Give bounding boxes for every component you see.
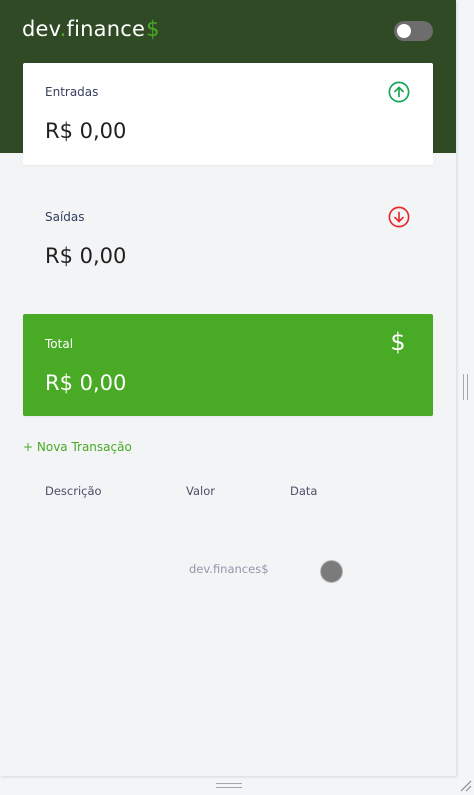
income-label: Entradas (45, 85, 99, 99)
logo-dot: . (59, 17, 67, 41)
expense-label: Saídas (45, 210, 85, 224)
column-header-value: Valor (186, 484, 215, 498)
logo-text-finance: finance (66, 17, 146, 41)
column-header-date: Data (290, 484, 318, 498)
theme-toggle[interactable] (394, 21, 433, 41)
expense-card: Saídas R$ 0,00 (23, 188, 433, 290)
new-transaction-button[interactable]: + Nova Transação (23, 440, 132, 454)
expense-value: R$ 0,00 (45, 244, 127, 268)
horizontal-resize-handle[interactable] (216, 783, 242, 788)
vertical-resize-handle[interactable] (463, 374, 468, 400)
app-window: dev.finance$ Entradas R$ 0,00 Saídas R$ … (0, 0, 456, 776)
resize-grip-icon[interactable] (458, 778, 472, 792)
column-header-description: Descrição (45, 484, 102, 498)
arrow-down-circle-icon (388, 206, 410, 228)
logo: dev.finance$ (22, 17, 160, 41)
footer-brand: dev.finances$ (189, 562, 269, 576)
logo-text-dev: dev (22, 17, 60, 41)
total-value: R$ 0,00 (45, 371, 127, 395)
income-card: Entradas R$ 0,00 (23, 63, 433, 165)
toggle-knob (397, 24, 411, 38)
logo-dollar: $ (146, 17, 160, 41)
footer-circle-icon[interactable] (320, 560, 343, 583)
total-label: Total (45, 337, 74, 351)
income-value: R$ 0,00 (45, 119, 127, 143)
arrow-up-circle-icon (388, 81, 410, 103)
dollar-icon: $ (390, 328, 406, 356)
total-card: Total $ R$ 0,00 (23, 314, 433, 416)
